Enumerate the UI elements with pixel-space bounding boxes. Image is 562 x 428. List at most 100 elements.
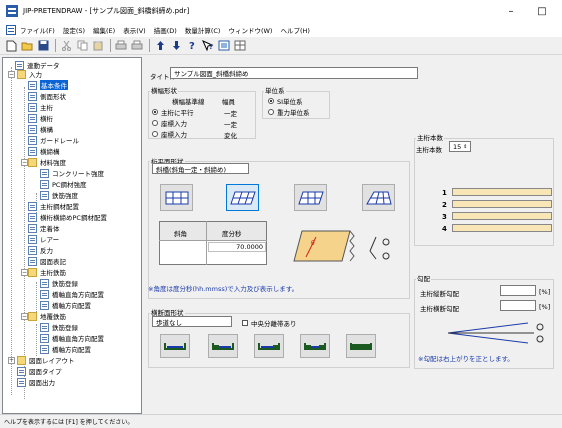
main-girder-count-spinner[interactable]: 15 ⇕ bbox=[449, 141, 471, 152]
grid-view-button[interactable] bbox=[233, 39, 247, 53]
skew-angle-input[interactable]: 70.0000 bbox=[208, 242, 266, 252]
drawing-view-button[interactable] bbox=[217, 39, 231, 53]
tree-item-lateral-bracing[interactable]: 横構 bbox=[28, 124, 53, 134]
tree-item-rebar-registration[interactable]: 鉄筋登録 bbox=[40, 278, 78, 288]
tree-item-input[interactable]: 入力 bbox=[17, 69, 42, 79]
collapse-icon[interactable]: − bbox=[21, 313, 28, 320]
cross-section-none-button[interactable] bbox=[160, 334, 190, 358]
tree-item-curb-longitudinal-placement[interactable]: 橋軸方向配置 bbox=[40, 344, 91, 354]
plan-variable-button[interactable] bbox=[362, 184, 395, 211]
navigation-tree[interactable]: 連動データ − 入力 基本条件 側面形状 主桁 横桁 横構 ガードレール 横締構… bbox=[2, 57, 142, 414]
tree-item-guardrail[interactable]: ガードレール bbox=[28, 135, 79, 145]
cross-section-icon bbox=[350, 343, 372, 350]
menu-edit[interactable]: 編集(E) bbox=[93, 25, 115, 35]
radio-selected-icon bbox=[152, 109, 158, 115]
girder-number: 4 bbox=[442, 225, 447, 233]
tree-item-drawing-output[interactable]: 図面出力 bbox=[17, 377, 55, 387]
document-icon bbox=[28, 245, 37, 255]
tree-item-material-strength[interactable]: 材料強度 bbox=[28, 157, 66, 167]
collapse-icon[interactable]: − bbox=[8, 71, 15, 78]
paste-button[interactable] bbox=[91, 39, 105, 53]
document-icon bbox=[28, 201, 37, 211]
tree-item-main-girder-steel[interactable]: 主桁鋼材配置 bbox=[28, 201, 79, 211]
menu-draw[interactable]: 描画(D) bbox=[154, 25, 177, 35]
slope-longitudinal-label: 主桁縦断勾配 bbox=[420, 290, 459, 298]
help-button[interactable]: ? bbox=[185, 39, 199, 53]
tree-item-drawing-type[interactable]: 図面タイプ bbox=[17, 366, 62, 376]
tree-item-layer[interactable]: レアー bbox=[28, 234, 59, 244]
open-button[interactable] bbox=[20, 39, 34, 53]
radio-selected-icon bbox=[268, 98, 274, 104]
move-up-button[interactable] bbox=[153, 39, 167, 53]
tree-item-rebar-strength[interactable]: 鉄筋強度 bbox=[40, 190, 78, 200]
tree-item-transverse-placement[interactable]: 橋軸直角方向配置 bbox=[40, 289, 104, 299]
menu-window[interactable]: ウィンドウ(W) bbox=[228, 25, 272, 35]
plan-skew-constant-button[interactable] bbox=[226, 184, 259, 211]
tree-item-side-shape[interactable]: 側面形状 bbox=[28, 91, 66, 101]
svg-text:?: ? bbox=[209, 43, 213, 51]
cut-button[interactable] bbox=[59, 39, 73, 53]
folder-icon bbox=[28, 267, 37, 277]
expand-icon[interactable]: + bbox=[8, 357, 15, 364]
width-option-parallel[interactable]: 主桁に平行 bbox=[152, 107, 194, 117]
document-icon bbox=[28, 234, 37, 244]
basic-conditions-panel: タイトル サンプル図面_斜橋斜締め 横幅形状 横幅基準線 幅員 主桁に平行 一定… bbox=[144, 57, 562, 414]
cross-section-left-sidewalk-button[interactable] bbox=[208, 334, 238, 358]
title-input[interactable]: サンプル図面_斜橋斜締め bbox=[170, 67, 418, 79]
width-option-coordinate-variable[interactable]: 座標入力 bbox=[152, 129, 187, 139]
slope-transverse-input[interactable] bbox=[500, 300, 536, 311]
save-button[interactable] bbox=[36, 39, 50, 53]
minimize-button[interactable]: – bbox=[497, 0, 525, 22]
tree-item-concrete-strength[interactable]: コンクリート強度 bbox=[40, 168, 104, 178]
move-down-button[interactable] bbox=[169, 39, 183, 53]
cross-section-icon bbox=[212, 343, 234, 350]
menu-settings[interactable]: 設定(S) bbox=[63, 25, 85, 35]
context-help-button[interactable]: ? bbox=[201, 39, 215, 53]
tree-item-main-girder-rebar[interactable]: 主桁鉄筋 bbox=[28, 267, 66, 277]
tree-item-cross-beam[interactable]: 横桁 bbox=[28, 113, 53, 123]
document-icon bbox=[28, 91, 37, 101]
print-button[interactable] bbox=[130, 39, 144, 53]
menu-view[interactable]: 表示(V) bbox=[123, 25, 146, 35]
cross-section-right-sidewalk-button[interactable] bbox=[254, 334, 284, 358]
tree-item-drawing-notation[interactable]: 図面表記 bbox=[28, 256, 66, 266]
app-icon bbox=[6, 5, 18, 17]
tree-item-curb-rebar-registration[interactable]: 鉄筋登録 bbox=[40, 322, 78, 332]
slope-longitudinal-input[interactable] bbox=[500, 285, 536, 296]
tree-item-basic-conditions[interactable]: 基本条件 bbox=[28, 80, 68, 90]
width-option-value: 一定 bbox=[224, 110, 237, 118]
copy-icon bbox=[77, 40, 87, 51]
menu-file[interactable]: ファイル(F) bbox=[20, 25, 55, 35]
menu-quantity[interactable]: 数量計算(C) bbox=[185, 25, 221, 35]
collapse-icon[interactable]: − bbox=[21, 269, 28, 276]
print-icon bbox=[131, 40, 143, 50]
svg-text:θ: θ bbox=[311, 240, 315, 247]
cross-section-raised-button[interactable] bbox=[346, 334, 376, 358]
tree-item-reaction[interactable]: 反力 bbox=[28, 245, 53, 255]
tree-item-crossbeam-pc-steel[interactable]: 横桁横締めPC鋼材配置 bbox=[28, 212, 107, 222]
width-option-coordinate-constant[interactable]: 座標入力 bbox=[152, 118, 187, 128]
print-preview-button[interactable] bbox=[114, 39, 128, 53]
document-icon bbox=[40, 333, 49, 343]
copy-button[interactable] bbox=[75, 39, 89, 53]
tree-item-longitudinal-placement[interactable]: 橋軸方向配置 bbox=[40, 300, 91, 310]
maximize-button[interactable]: □ bbox=[528, 0, 556, 22]
new-file-button[interactable] bbox=[4, 39, 18, 53]
tree-item-anchorage[interactable]: 定着体 bbox=[28, 223, 60, 233]
tree-item-curb-rebar[interactable]: 地覆鉄筋 bbox=[28, 311, 66, 321]
print-preview-icon bbox=[115, 40, 127, 50]
collapse-icon[interactable]: − bbox=[21, 159, 28, 166]
menu-help[interactable]: ヘルプ(H) bbox=[280, 25, 309, 35]
median-checkbox[interactable]: 中央分離帯あり bbox=[242, 318, 297, 328]
slope-transverse-label: 主桁横断勾配 bbox=[420, 305, 459, 313]
plan-straight-button[interactable] bbox=[160, 184, 193, 211]
cross-section-both-sidewalk-button[interactable] bbox=[300, 334, 330, 358]
tree-item-main-girder[interactable]: 主桁 bbox=[28, 102, 53, 112]
tree-item-pc-steel-strength[interactable]: PC鋼材強度 bbox=[40, 179, 86, 189]
tree-item-curb-transverse-placement[interactable]: 橋軸直角方向配置 bbox=[40, 333, 104, 343]
unit-option-gravity[interactable]: 重力単位系 bbox=[268, 107, 310, 117]
unit-option-si[interactable]: SI単位系 bbox=[268, 96, 303, 106]
tree-item-drawing-layout[interactable]: 図面レイアウト bbox=[17, 355, 75, 365]
tree-item-transverse-tendon[interactable]: 横締構 bbox=[28, 146, 60, 156]
plan-skew-square-button[interactable] bbox=[294, 184, 327, 211]
